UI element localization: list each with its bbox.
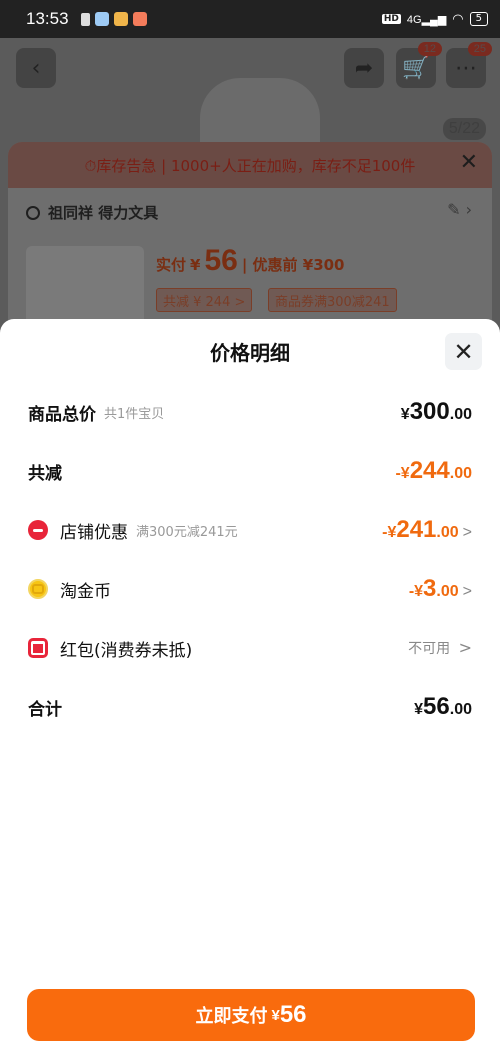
location-icon	[26, 205, 40, 220]
store-row: 祖同祥 得力文具	[26, 202, 158, 223]
row-label: 红包(消费券未抵)	[60, 640, 193, 661]
value-prefix: ¥	[400, 406, 410, 423]
menu-icon: ⋯ 25	[446, 42, 492, 88]
store-name: 祖同祥 得力文具	[48, 204, 159, 222]
image-counter: 5/22	[442, 118, 486, 140]
value-int: 300	[409, 398, 450, 425]
hd-badge: HD	[381, 14, 401, 24]
stock-alert-text: ⏱库存告急 | 1000+人正在加购，库存不足100件	[84, 156, 416, 175]
row-value: ¥ 300 .00	[401, 398, 472, 426]
row-value: -¥ 3 .00 >	[409, 575, 472, 603]
status-right: HD 4G▂▄▆ ◠ 5	[381, 11, 488, 27]
row-value: -¥ 244 .00	[395, 457, 472, 485]
row-red-packet[interactable]: 红包(消费券未抵) 不可用 >	[28, 633, 472, 663]
sheet-title: 价格明细	[210, 341, 290, 365]
value-prefix: -¥	[408, 583, 424, 600]
row-reduction: 共减 -¥ 244 .00	[28, 456, 472, 486]
value-dec: .00	[449, 406, 472, 423]
row-sub: 满300元减241元	[136, 524, 238, 540]
store-discount-icon	[28, 520, 48, 540]
row-value: -¥ 241 .00 >	[382, 516, 472, 544]
value-prefix: -¥	[382, 524, 397, 541]
chevron-right-icon: >	[462, 524, 472, 541]
value-dec: .00	[449, 465, 472, 482]
chevron-right-icon: >	[458, 638, 472, 657]
wifi-icon: ◠	[452, 11, 464, 27]
value-int: 244	[409, 457, 450, 484]
pay-button-amount: 56	[279, 1001, 307, 1028]
signal-icon: 4G▂▄▆	[406, 13, 447, 26]
before-discount: | 优惠前 ¥300	[241, 256, 345, 274]
status-time: 13:53	[26, 9, 69, 28]
menu-badge: 25	[467, 42, 492, 56]
pay-button-label: 立即支付	[195, 1006, 268, 1027]
value-dec: .00	[449, 701, 472, 718]
row-store-discount[interactable]: 店铺优惠 满300元减241元 -¥ 241 .00 >	[28, 515, 472, 545]
coupon-chip: 商品券满300减241	[268, 288, 397, 312]
pay-now-button[interactable]: 立即支付 ¥ 56	[27, 989, 475, 1041]
alert-close-icon: ✕	[459, 150, 478, 175]
cart-icon: 🛒 12	[396, 42, 442, 88]
row-label: 店铺优惠	[60, 522, 128, 543]
row-item-total: 商品总价 共1件宝贝 ¥ 300 .00	[28, 397, 472, 427]
app-icon-2	[113, 12, 128, 26]
background-price: 实付 ¥ 56 | 优惠前 ¥300	[156, 244, 345, 278]
stock-alert-banner: ⏱库存告急 | 1000+人正在加购，库存不足100件 ✕	[8, 142, 492, 188]
value-prefix: -¥	[395, 465, 410, 482]
row-label: 商品总价	[28, 404, 96, 425]
close-button[interactable]: ✕	[445, 333, 482, 370]
value-prefix: ¥	[414, 701, 424, 718]
cart-badge: 12	[417, 42, 442, 56]
row-label: 合计	[28, 699, 62, 720]
close-icon: ✕	[453, 337, 474, 366]
battery-icon: 5	[469, 12, 488, 26]
app-icon-3	[132, 12, 147, 26]
reduction-chip: 共减 ¥ 244 >	[156, 288, 253, 312]
share-icon: ➦	[344, 48, 384, 88]
pay-button-currency: ¥	[271, 1006, 280, 1024]
battery-level: 5	[475, 13, 482, 24]
red-packet-status: 不可用 >	[408, 638, 472, 658]
status-bar: 13:53 HD 4G▂▄▆ ◠ 5	[0, 0, 500, 38]
status-text: 不可用	[408, 641, 451, 657]
edit-icon: ✎ ›	[447, 200, 472, 219]
value-int: 56	[423, 693, 450, 720]
app-icon-1	[94, 12, 109, 26]
coin-icon	[28, 579, 48, 599]
row-sub: 共1件宝贝	[104, 406, 165, 422]
row-label: 淘金币	[60, 581, 111, 602]
value-int: 3	[423, 575, 437, 602]
row-value: ¥ 56 .00	[414, 693, 472, 721]
row-coins[interactable]: 淘金币 -¥ 3 .00 >	[28, 574, 472, 604]
value-dec: .00	[436, 583, 459, 600]
notification-icon	[80, 12, 90, 26]
chevron-right-icon: >	[462, 583, 472, 600]
row-sum: 合计 ¥ 56 .00	[28, 692, 472, 722]
paid-currency: ¥	[190, 256, 201, 274]
price-detail-sheet: 价格明细 ✕ 商品总价 共1件宝贝 ¥ 300 .00 共减 -¥ 244 .0…	[0, 319, 500, 1048]
paid-amount: 56	[204, 244, 238, 277]
red-packet-icon	[28, 638, 48, 658]
network-label: 4G	[406, 13, 422, 26]
row-label: 共减	[28, 463, 62, 484]
back-icon: ‹	[16, 48, 56, 88]
paid-label: 实付	[156, 256, 187, 274]
value-int: 241	[396, 516, 437, 543]
value-dec: .00	[436, 524, 459, 541]
